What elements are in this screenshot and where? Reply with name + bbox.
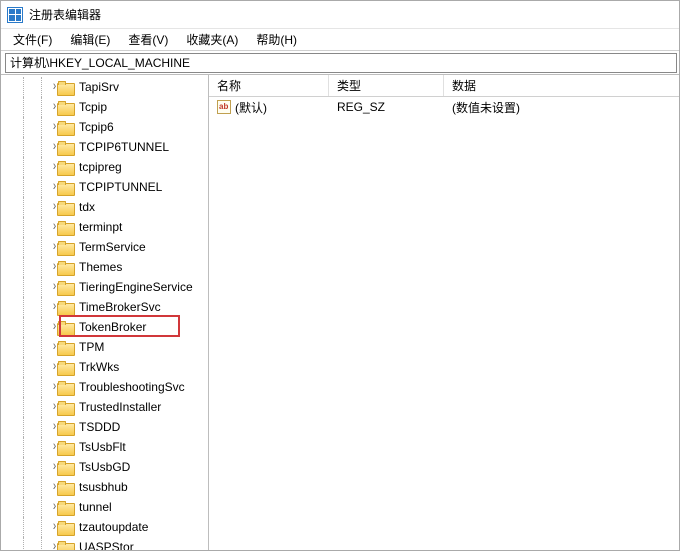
tree-item-label: tcpipreg [77, 159, 124, 175]
tree-item-tsusbflt[interactable]: TsUsbFlt [1, 437, 208, 457]
tree-item-tcpipreg[interactable]: tcpipreg [1, 157, 208, 177]
tree-item-label: TapiSrv [77, 79, 121, 95]
tree-item-tzautoupdate[interactable]: tzautoupdate [1, 517, 208, 537]
tree-pane: TapiSrv Tcpip Tcpip6 TCPIP6TUNNEL tcpipreg TC… [1, 75, 209, 550]
tree-item-label: TieringEngineService [77, 279, 195, 295]
menu-file[interactable]: 文件(F) [5, 29, 60, 50]
folder-icon [57, 341, 73, 354]
window-title: 注册表编辑器 [29, 6, 101, 23]
tree-scroll[interactable]: TapiSrv Tcpip Tcpip6 TCPIP6TUNNEL tcpipreg TC… [1, 75, 208, 550]
folder-icon [57, 521, 73, 534]
tree-item-tdx[interactable]: tdx [1, 197, 208, 217]
folder-icon [57, 81, 73, 94]
path-input[interactable] [5, 53, 677, 73]
col-header-name[interactable]: 名称 [209, 75, 329, 96]
values-body[interactable]: (默认) REG_SZ(数值未设置) [209, 97, 679, 550]
tree-item-label: TrkWks [77, 359, 121, 375]
folder-icon [57, 461, 73, 474]
folder-icon [57, 441, 73, 454]
values-pane: 名称 类型 数据 (默认) REG_SZ(数值未设置) [209, 75, 679, 550]
folder-icon [57, 481, 73, 494]
folder-icon [57, 541, 73, 551]
titlebar: 注册表编辑器 [1, 1, 679, 29]
folder-icon [57, 261, 73, 274]
value-row[interactable]: (默认) REG_SZ(数值未设置) [209, 97, 679, 117]
tree-item-timebrokersvc[interactable]: TimeBrokerSvc [1, 297, 208, 317]
tree-item-tokenbroker[interactable]: TokenBroker [1, 317, 208, 337]
folder-icon [57, 361, 73, 374]
tree-item-tsusbhub[interactable]: tsusbhub [1, 477, 208, 497]
tree-item-tsusbgd[interactable]: TsUsbGD [1, 457, 208, 477]
tree-item-label: TermService [77, 239, 148, 255]
folder-icon [57, 241, 73, 254]
values-header: 名称 类型 数据 [209, 75, 679, 97]
tree-item-label: Tcpip [77, 99, 109, 115]
folder-icon [57, 121, 73, 134]
tree-item-label: TCPIPTUNNEL [77, 179, 164, 195]
tree-item-label: Tcpip6 [77, 119, 116, 135]
menubar: 文件(F) 编辑(E) 查看(V) 收藏夹(A) 帮助(H) [1, 29, 679, 51]
folder-icon [57, 101, 73, 114]
folder-icon [57, 401, 73, 414]
tree-item-tieringengineservice[interactable]: TieringEngineService [1, 277, 208, 297]
menu-help[interactable]: 帮助(H) [248, 29, 305, 50]
tree-item-termservice[interactable]: TermService [1, 237, 208, 257]
tree-item-tsddd[interactable]: TSDDD [1, 417, 208, 437]
tree-item-label: TimeBrokerSvc [77, 299, 163, 315]
tree-item-label: tunnel [77, 499, 114, 515]
tree-item-trkwks[interactable]: TrkWks [1, 357, 208, 377]
value-data: (数值未设置) [444, 99, 679, 116]
tree-item-tcpip6[interactable]: Tcpip6 [1, 117, 208, 137]
tree-item-tapisrv[interactable]: TapiSrv [1, 77, 208, 97]
folder-icon [57, 141, 73, 154]
folder-icon [57, 181, 73, 194]
tree-item-label: TPM [77, 339, 106, 355]
tree-item-label: tsusbhub [77, 479, 130, 495]
tree-item-label: UASPStor [77, 539, 136, 550]
regedit-icon [7, 7, 23, 23]
folder-icon [57, 421, 73, 434]
menu-edit[interactable]: 编辑(E) [62, 29, 118, 50]
tree-item-tcpip6tunnel[interactable]: TCPIP6TUNNEL [1, 137, 208, 157]
addressbar [1, 51, 679, 75]
tree-item-themes[interactable]: Themes [1, 257, 208, 277]
tree-item-label: tdx [77, 199, 97, 215]
tree-item-label: TCPIP6TUNNEL [77, 139, 171, 155]
tree-item-label: tzautoupdate [77, 519, 150, 535]
tree-item-terminpt[interactable]: terminpt [1, 217, 208, 237]
menu-favorites[interactable]: 收藏夹(A) [178, 29, 246, 50]
tree-item-label: TrustedInstaller [77, 399, 163, 415]
tree-item-trustedinstaller[interactable]: TrustedInstaller [1, 397, 208, 417]
tree-item-troubleshootingsvc[interactable]: TroubleshootingSvc [1, 377, 208, 397]
tree-item-tcpip[interactable]: Tcpip [1, 97, 208, 117]
tree-item-label: Themes [77, 259, 124, 275]
tree-item-tcpiptunnel[interactable]: TCPIPTUNNEL [1, 177, 208, 197]
tree-item-label: TokenBroker [77, 319, 148, 335]
tree-item-tunnel[interactable]: tunnel [1, 497, 208, 517]
value-type: REG_SZ [329, 100, 444, 114]
folder-icon [57, 321, 73, 334]
tree-item-label: TroubleshootingSvc [77, 379, 187, 395]
tree-item-uaspstor[interactable]: UASPStor [1, 537, 208, 550]
tree-item-label: terminpt [77, 219, 124, 235]
tree-item-label: TsUsbGD [77, 459, 132, 475]
tree-item-label: TsUsbFlt [77, 439, 128, 455]
folder-icon [57, 301, 73, 314]
col-header-type[interactable]: 类型 [329, 75, 444, 96]
main-split: TapiSrv Tcpip Tcpip6 TCPIP6TUNNEL tcpipreg TC… [1, 75, 679, 550]
tree-item-label: TSDDD [77, 419, 122, 435]
folder-icon [57, 201, 73, 214]
folder-icon [57, 501, 73, 514]
string-value-icon [217, 100, 231, 114]
value-name: (默认) [235, 99, 267, 116]
tree-item-tpm[interactable]: TPM [1, 337, 208, 357]
folder-icon [57, 281, 73, 294]
folder-icon [57, 381, 73, 394]
menu-view[interactable]: 查看(V) [120, 29, 176, 50]
folder-icon [57, 221, 73, 234]
col-header-data[interactable]: 数据 [444, 75, 679, 96]
folder-icon [57, 161, 73, 174]
